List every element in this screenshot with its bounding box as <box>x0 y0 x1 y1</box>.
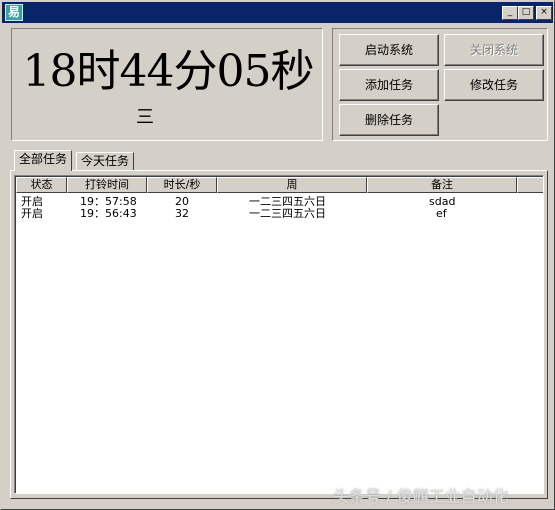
edit-task-button[interactable]: 修改任务 <box>444 69 544 101</box>
app-icon: 易 <box>5 4 23 21</box>
task-list-header: 状态 打铃时间 时长/秒 周 备注 <box>16 177 543 193</box>
cell-status: 开启 <box>21 207 43 220</box>
main-window: 易 _ □ × 18时44分05秒 三 启动系统 关闭系统 添加任务 修改任务 … <box>0 0 555 510</box>
cell-duration: 32 <box>175 207 189 220</box>
clock-time-display: 18时44分05秒 <box>22 46 315 97</box>
watermark: 头条号 / 俊麒工业自动化 <box>333 487 509 506</box>
table-row[interactable]: 开启 19：56:43 32 一二三四五六日 ef <box>16 207 543 220</box>
close-button[interactable]: × <box>536 6 552 20</box>
tab-all-tasks[interactable]: 全部任务 <box>14 150 73 171</box>
cell-weekdays: 一二三四五六日 <box>249 207 326 220</box>
minimize-button[interactable]: _ <box>502 6 518 20</box>
button-panel: 启动系统 关闭系统 添加任务 修改任务 删除任务 <box>332 28 548 141</box>
column-header-note[interactable]: 备注 <box>367 177 517 193</box>
maximize-button[interactable]: □ <box>518 6 534 20</box>
column-header-ring-time[interactable]: 打铃时间 <box>67 177 147 193</box>
clock-weekday: 三 <box>136 107 154 128</box>
cell-note: ef <box>436 207 447 220</box>
column-header-status[interactable]: 状态 <box>16 177 67 193</box>
cell-ring-time: 19：56:43 <box>80 207 137 220</box>
column-header-duration[interactable]: 时长/秒 <box>147 177 217 193</box>
column-header-weekdays[interactable]: 周 <box>217 177 367 193</box>
add-task-button[interactable]: 添加任务 <box>339 69 439 101</box>
start-system-button[interactable]: 启动系统 <box>339 34 439 66</box>
stop-system-button[interactable]: 关闭系统 <box>444 34 544 66</box>
delete-task-button[interactable]: 删除任务 <box>339 104 439 136</box>
column-header-filler <box>517 177 543 193</box>
tab-today-tasks[interactable]: 今天任务 <box>76 152 135 170</box>
clock-panel: 18时44分05秒 <box>11 28 323 141</box>
title-bar[interactable]: 易 _ □ × <box>2 2 553 23</box>
task-list[interactable]: 状态 打铃时间 时长/秒 周 备注 开启 19：57:58 20 一二三四五六日… <box>14 175 544 494</box>
